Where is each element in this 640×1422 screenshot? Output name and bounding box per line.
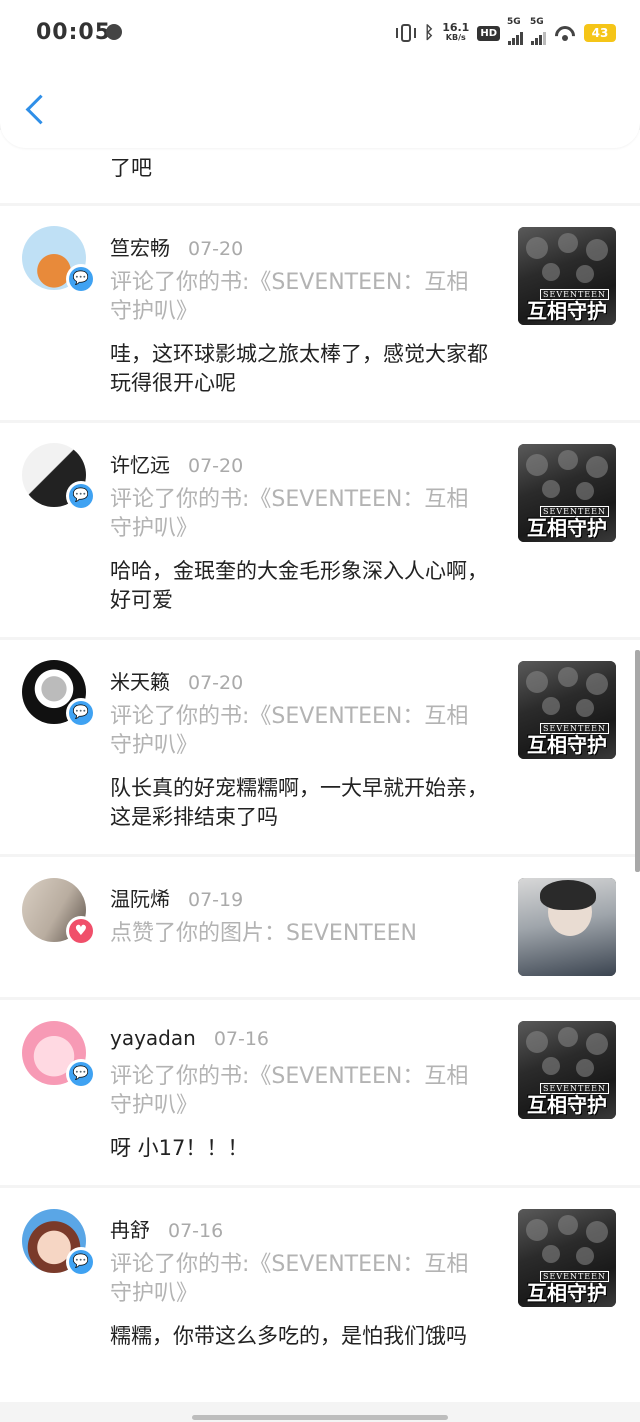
- comment-text: 了吧: [110, 156, 152, 180]
- status-time: 00:05: [36, 20, 112, 45]
- action-text: 评论了你的书:《SEVENTEEN：互相守护叭》: [110, 487, 469, 541]
- notification-date: 07-20: [188, 455, 244, 477]
- cover-title: 互相守护叭: [527, 516, 607, 542]
- cover-title: 互相守护叭: [527, 1281, 607, 1307]
- sim2-label: 5G: [530, 17, 544, 27]
- cover-title: 互相守护叭: [527, 299, 607, 325]
- cover-title: 互相守护叭: [527, 1093, 607, 1119]
- net-speed: 16.1 KB/s: [442, 21, 470, 43]
- comment-text: 呀 小17！！！: [110, 1136, 249, 1160]
- book-cover-thumbnail[interactable]: SEVENTEEN 互相守护叭: [518, 1021, 616, 1119]
- user-name[interactable]: 温阮烯 07-19: [110, 883, 243, 912]
- user-name[interactable]: 冉舒 07-16: [110, 1214, 223, 1243]
- user-name[interactable]: yayadan 07-16: [110, 1026, 269, 1050]
- book-cover-thumbnail[interactable]: SEVENTEEN 互相守护叭: [518, 661, 616, 759]
- action-text: 评论了你的书:《SEVENTEEN：互相守护叭》: [110, 1252, 469, 1306]
- notification-date: 07-16: [213, 1028, 270, 1050]
- book-cover-thumbnail[interactable]: SEVENTEEN 互相守护叭: [518, 1209, 616, 1307]
- user-name-text: 温阮烯: [110, 887, 170, 911]
- user-name-text: 笪宏畅: [110, 236, 170, 260]
- battery-icon: 43: [584, 24, 616, 42]
- comment-text: 队长真的好宠糯糯啊，一大早就开始亲，这是彩排结束了吗: [110, 776, 488, 829]
- user-name[interactable]: 米天籁 07-20: [110, 666, 243, 695]
- action-text: 点赞了你的图片：SEVENTEEN: [110, 921, 417, 946]
- notification-date: 07-20: [188, 672, 244, 694]
- net-speed-value: 16.1: [442, 21, 470, 34]
- notification-date: 07-16: [168, 1220, 224, 1242]
- list-item[interactable]: 💬 许忆远 07-20 评论了你的书:《SEVENTEEN：互相守护叭》 哈哈，金…: [0, 423, 640, 637]
- action-text: 评论了你的书:《SEVENTEEN：互相守护叭》: [110, 270, 469, 324]
- list-item[interactable]: 💬 冉舒 07-16 评论了你的书:《SEVENTEEN：互相守护叭》 糯糯，你带…: [0, 1188, 640, 1402]
- photo-thumbnail[interactable]: [518, 878, 616, 976]
- hd-badge: HD: [477, 25, 500, 41]
- user-name-text: 许忆远: [110, 453, 170, 477]
- status-icons: ᛒ 16.1 KB/s HD 5G 5G 43: [395, 17, 616, 48]
- home-indicator[interactable]: [192, 1415, 448, 1420]
- notification-date: 07-19: [188, 889, 244, 911]
- heart-badge-icon: ♥: [66, 916, 96, 946]
- sim1-label: 5G: [507, 17, 521, 27]
- comment-text: 糯糯，你带这么多吃的，是怕我们饿吗: [110, 1324, 467, 1348]
- list-item[interactable]: 💬 笪宏畅 07-20 评论了你的书:《SEVENTEEN：互相守护叭》 哇，这环…: [0, 206, 640, 420]
- user-name[interactable]: 笪宏畅 07-20: [110, 232, 243, 261]
- notification-date: 07-20: [188, 238, 244, 260]
- comment-badge-icon: 💬: [66, 264, 96, 294]
- user-name-text: 冉舒: [110, 1218, 150, 1242]
- globe-icon: [106, 24, 122, 40]
- list-item[interactable]: ♥ 温阮烯 07-19 点赞了你的图片：SEVENTEEN: [0, 857, 640, 997]
- bluetooth-icon: ᛒ: [423, 23, 435, 43]
- book-cover-thumbnail[interactable]: SEVENTEEN 互相守护叭: [518, 227, 616, 325]
- vibrate-icon: [395, 24, 416, 42]
- action-text: 评论了你的书:《SEVENTEEN：互相守护叭》: [110, 1064, 469, 1118]
- user-name-text: 米天籁: [110, 670, 170, 694]
- action-text: 评论了你的书:《SEVENTEEN：互相守护叭》: [110, 704, 469, 758]
- comment-badge-icon: 💬: [66, 481, 96, 511]
- wifi-icon: [554, 25, 576, 41]
- signal-icon: 5G: [530, 17, 546, 45]
- user-name[interactable]: 许忆远 07-20: [110, 449, 243, 478]
- comment-badge-icon: 💬: [66, 1247, 96, 1277]
- list-item[interactable]: 💬 米天籁 07-20 评论了你的书:《SEVENTEEN：互相守护叭》 队长真的…: [0, 640, 640, 854]
- top-nav-bar: [0, 66, 640, 148]
- comment-badge-icon: 💬: [66, 698, 96, 728]
- comment-text: 哇，这环球影城之旅太棒了，感觉大家都玩得很开心呢: [110, 342, 488, 395]
- net-speed-unit: KB/s: [445, 33, 466, 42]
- cover-title: 互相守护叭: [527, 733, 607, 759]
- book-cover-thumbnail[interactable]: SEVENTEEN 互相守护叭: [518, 444, 616, 542]
- scrollbar[interactable]: [635, 650, 640, 872]
- comment-text: 哈哈，金珉奎的大金毛形象深入人心啊，好可爱: [110, 559, 488, 612]
- user-name-text: yayadan: [110, 1026, 196, 1050]
- back-button[interactable]: [22, 92, 50, 128]
- comment-badge-icon: 💬: [66, 1059, 96, 1089]
- signal-icon: 5G: [507, 17, 523, 45]
- list-item[interactable]: 💬 yayadan 07-16 评论了你的书:《SEVENTEEN：互相守护叭》 …: [0, 1000, 640, 1185]
- status-bar: 00:05 ᛒ 16.1 KB/s HD 5G 5G 43: [0, 0, 640, 66]
